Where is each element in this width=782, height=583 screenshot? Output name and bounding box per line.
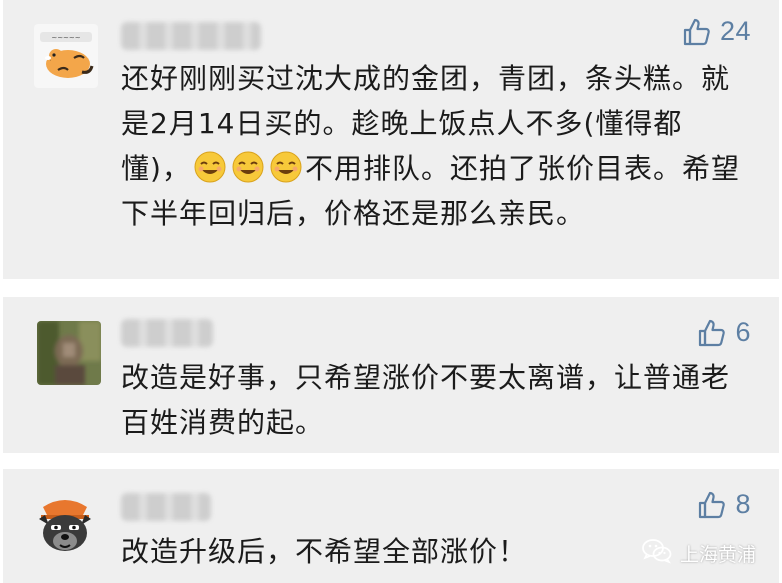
avatar[interactable] — [33, 493, 97, 557]
username-blurred — [121, 319, 213, 347]
grin-emoji-icon — [193, 150, 227, 184]
avatar[interactable]: ~~~~~ — [34, 24, 98, 88]
grin-emoji-icon — [269, 150, 303, 184]
like-button[interactable]: 24 — [682, 16, 751, 47]
thumbs-up-icon — [697, 490, 727, 520]
watermark-text: 上海黄浦 — [679, 544, 756, 566]
wechat-icon — [642, 538, 672, 569]
comment-card: ~~~~~ 24 还好刚刚买过沈大成的金团，青团，条头糕。就是2月14日买的。趁… — [3, 0, 779, 279]
like-count: 8 — [735, 489, 751, 519]
tiger-cartoon-avatar: ~~~~~ — [34, 24, 98, 88]
grin-emoji-icon — [231, 150, 265, 184]
blurred-photo-avatar — [37, 321, 101, 385]
watermark: 上海黄浦 — [642, 538, 756, 569]
like-button[interactable]: 6 — [697, 317, 751, 348]
cartoon-dog-avatar — [33, 493, 97, 557]
thumbs-up-icon — [697, 318, 727, 348]
like-button[interactable]: 8 — [697, 489, 751, 520]
svg-text:~~~~~: ~~~~~ — [51, 34, 80, 42]
like-count: 6 — [735, 317, 751, 347]
username-blurred — [121, 493, 211, 521]
username-blurred — [121, 22, 261, 50]
like-count: 24 — [719, 16, 751, 46]
comment-text: 还好刚刚买过沈大成的金团，青团，条头糕。就是2月14日买的。趁晚上饭点人不多(懂… — [121, 56, 743, 236]
comment-text: 改造是好事，只希望涨价不要太离谱，让普通老百姓消费的起。 — [121, 361, 731, 439]
comment-card: 6 改造是好事，只希望涨价不要太离谱，让普通老百姓消费的起。 — [3, 297, 779, 453]
avatar[interactable] — [37, 321, 101, 385]
thumbs-up-icon — [682, 17, 712, 47]
